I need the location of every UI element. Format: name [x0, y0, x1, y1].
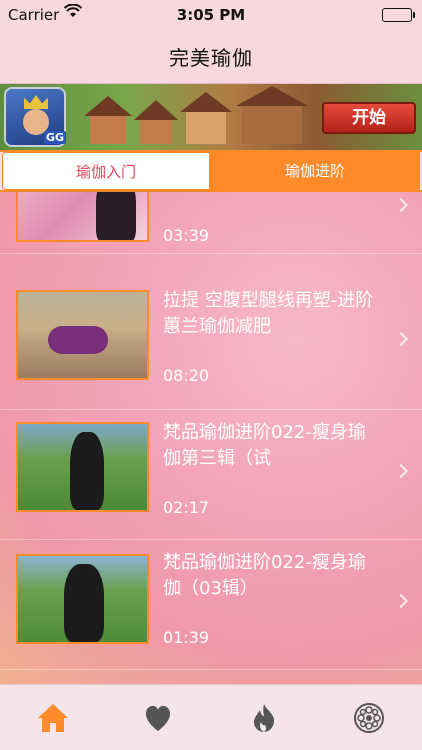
bottom-tab-bar [0, 684, 422, 750]
video-title: 拉提 空腹型腿线再塑-进阶 蕙兰瑜伽减肥 [163, 290, 374, 337]
segment-control: 瑜伽入门 瑜伽进阶 [0, 150, 422, 192]
chevron-right-icon [393, 463, 409, 479]
video-thumbnail [16, 422, 149, 512]
navigation-bar: 完美瑜伽 [0, 30, 422, 84]
video-thumbnail [16, 192, 149, 242]
yoga-figure-graphic [64, 564, 104, 642]
chevron-right-icon [393, 331, 409, 347]
page-title: 完美瑜伽 [169, 46, 253, 70]
status-time: 3:05 PM [176, 6, 246, 24]
house-graphic [242, 104, 302, 144]
yoga-figure-graphic [48, 326, 108, 354]
video-list[interactable]: 03:39 拉提 空腹型腿线再塑-进阶 蕙兰瑜伽减肥 08:20 梵品瑜伽进阶0… [0, 192, 422, 684]
house-graphic [90, 114, 126, 144]
yoga-figure-graphic [70, 432, 104, 510]
ad-start-button[interactable]: 开始 [322, 102, 416, 134]
flower-icon[interactable] [352, 701, 386, 735]
game-app-icon[interactable]: GG [4, 87, 67, 147]
video-duration: 08:20 [163, 366, 210, 385]
chevron-right-icon [393, 593, 409, 609]
video-duration: 02:17 [163, 498, 210, 517]
video-duration: 01:39 [163, 628, 210, 647]
battery-icon [382, 8, 415, 22]
house-graphic [140, 118, 172, 144]
video-thumbnail [16, 290, 149, 380]
video-title: 梵品瑜伽进阶022-瘦身瑜伽（03辑） [163, 552, 366, 599]
video-thumbnail [16, 554, 149, 644]
list-item[interactable]: 03:39 [0, 192, 422, 254]
yoga-figure-graphic [96, 192, 136, 240]
ad-banner[interactable]: GG 开始 [0, 84, 422, 150]
status-bar: Carrier 3:05 PM [0, 0, 422, 30]
video-duration: 03:39 [163, 226, 210, 245]
tab-advanced[interactable]: 瑜伽进阶 [210, 152, 420, 190]
tab-beginner[interactable]: 瑜伽入门 [2, 152, 210, 190]
home-icon[interactable] [36, 701, 70, 735]
heart-icon[interactable] [141, 701, 175, 735]
list-item[interactable]: 梵品瑜伽进阶022-瘦身瑜伽第三辑（试 02:17 [0, 410, 422, 540]
chevron-right-icon [393, 197, 409, 213]
list-item[interactable]: 拉提 空腹型腿线再塑-进阶 蕙兰瑜伽减肥 08:20 [0, 280, 422, 410]
list-item[interactable]: 梵品瑜伽进阶022-瘦身瑜伽（03辑） 01:39 [0, 540, 422, 670]
video-title: 梵品瑜伽进阶022-瘦身瑜伽第三辑（试 [163, 422, 366, 469]
crown-icon [24, 95, 48, 109]
house-graphic [186, 110, 226, 144]
flame-icon[interactable] [247, 701, 281, 735]
game-badge: GG [44, 131, 67, 144]
